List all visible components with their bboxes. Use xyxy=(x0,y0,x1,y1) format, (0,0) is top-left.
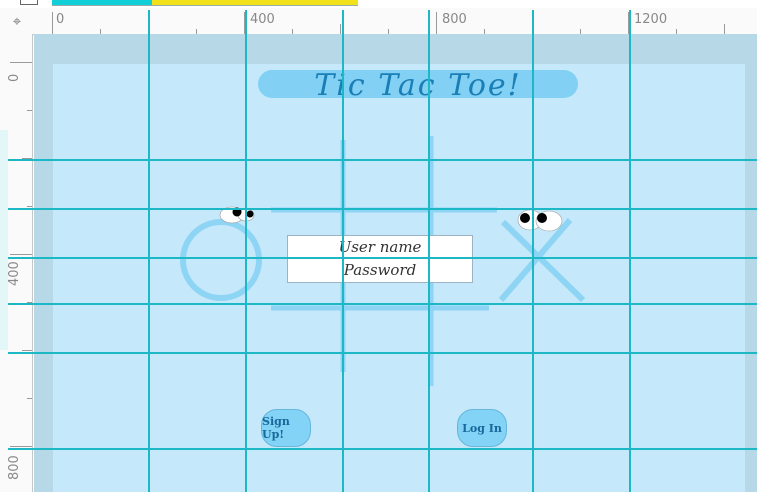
artboard[interactable]: Tic Tac Toe! User name Password Sign Up!… xyxy=(53,64,745,492)
ruler-tick xyxy=(27,206,32,207)
panel-icon[interactable] xyxy=(20,0,38,5)
ruler-origin-crosshair-icon[interactable]: ⌖ xyxy=(0,8,35,35)
ruler-label-0: 0 xyxy=(56,12,65,27)
ruler-tick xyxy=(340,24,341,34)
o-character-icon xyxy=(180,206,262,301)
password-field[interactable]: Password xyxy=(288,259,472,281)
ruler-tick xyxy=(52,12,53,34)
ruler-tick xyxy=(27,302,32,303)
ruler-tick xyxy=(22,158,32,159)
ruler-tick xyxy=(27,398,32,399)
ruler-label-v400: 400 xyxy=(7,261,22,286)
ruler-label-400: 400 xyxy=(250,12,275,27)
ruler-tick xyxy=(628,12,629,34)
ruler-tick xyxy=(436,12,437,34)
x-character-icon xyxy=(498,209,586,303)
ruler-tick xyxy=(27,110,32,111)
ruler-tick xyxy=(10,446,32,447)
panel-edge xyxy=(0,130,8,350)
ruler-tick xyxy=(244,12,245,34)
ruler-label-v0: 0 xyxy=(7,73,22,82)
sign-up-button[interactable]: Sign Up! xyxy=(261,409,311,447)
ruler-tick xyxy=(22,350,32,351)
ruler-tick xyxy=(532,24,533,34)
ruler-label-800: 800 xyxy=(442,12,467,27)
ruler-label-v800: 800 xyxy=(7,455,22,480)
ruler-tick xyxy=(724,24,725,34)
ruler-tick xyxy=(10,254,32,255)
username-field[interactable]: User name xyxy=(288,236,472,259)
ruler-tick xyxy=(148,24,149,34)
ruler-label-1200: 1200 xyxy=(634,12,668,27)
login-form: User name Password xyxy=(287,235,473,283)
ruler-tick xyxy=(10,62,32,63)
design-canvas[interactable]: Tic Tac Toe! User name Password Sign Up!… xyxy=(34,34,757,492)
horizontal-ruler: 0 400 800 1200 xyxy=(34,8,757,35)
log-in-button[interactable]: Log In xyxy=(457,409,507,447)
swatch-divider xyxy=(52,5,358,6)
